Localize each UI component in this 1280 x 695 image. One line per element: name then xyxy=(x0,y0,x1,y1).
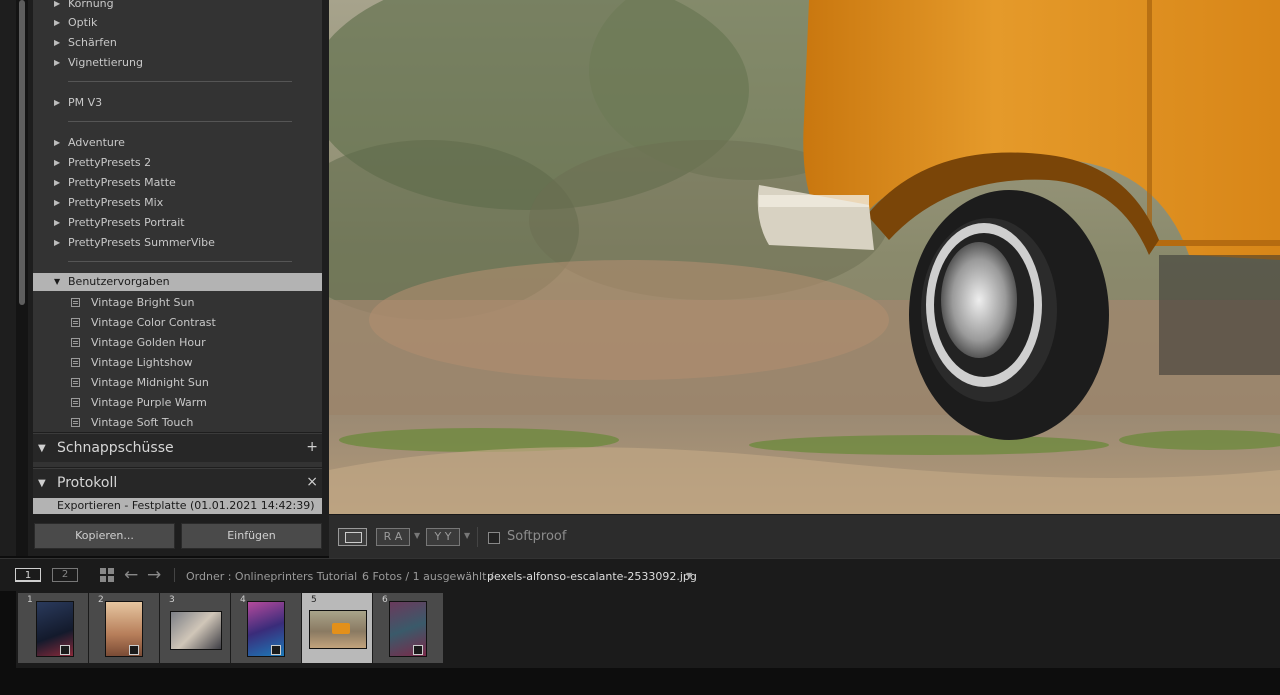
preset-vintage-soft-touch[interactable]: Vintage Soft Touch xyxy=(33,413,322,433)
paste-settings-button[interactable]: Einfügen xyxy=(181,523,322,549)
divider xyxy=(68,121,292,122)
filmstrip-thumb-4[interactable]: 4 xyxy=(231,593,301,663)
triangle-right-icon: ▶ xyxy=(54,38,61,47)
grid-view-icon[interactable] xyxy=(100,568,114,582)
thumbnail-image xyxy=(170,611,222,650)
triangle-right-icon: ▶ xyxy=(54,198,61,207)
preset-vintage-color-contrast[interactable]: Vintage Color Contrast xyxy=(33,313,322,333)
softproof-checkbox[interactable] xyxy=(488,532,500,544)
edited-badge-icon xyxy=(129,645,139,655)
loupe-view-button[interactable] xyxy=(338,528,367,546)
history-panel-header[interactable]: ▼ Protokoll × xyxy=(33,468,322,499)
filmstrip-thumb-2[interactable]: 2 xyxy=(89,593,159,663)
filmstrip-thumb-5-selected[interactable]: 5 xyxy=(302,593,372,663)
divider xyxy=(174,568,175,582)
preset-folder-benutzervorgaben[interactable]: ▼ Benutzervorgaben xyxy=(33,273,322,291)
preset-folder-vignettierung[interactable]: ▶ Vignettierung xyxy=(33,53,322,73)
filmstrip-thumb-1[interactable]: 1 xyxy=(18,593,88,663)
filmstrip-header: 1 2 ← → Ordner : Onlineprinters Tutorial… xyxy=(0,558,1280,591)
triangle-right-icon: ▶ xyxy=(54,158,61,167)
divider xyxy=(68,261,292,262)
triangle-right-icon: ▶ xyxy=(54,98,61,107)
preset-icon xyxy=(71,418,80,427)
add-snapshot-icon[interactable]: + xyxy=(306,439,318,455)
preset-vintage-bright-sun[interactable]: Vintage Bright Sun xyxy=(33,293,322,313)
divider xyxy=(477,527,478,547)
snapshots-panel-body xyxy=(33,462,322,467)
filmstrip: 1 2 3 4 5 6 xyxy=(16,590,1280,668)
chevron-down-icon[interactable]: ▼ xyxy=(686,571,692,580)
triangle-right-icon: ▶ xyxy=(54,218,61,227)
triangle-right-icon: ▶ xyxy=(54,238,61,247)
preset-icon xyxy=(71,338,80,347)
photo-van-image xyxy=(329,0,1280,514)
triangle-right-icon: ▶ xyxy=(54,178,61,187)
primary-window-button[interactable]: 1 xyxy=(15,568,41,582)
main-image-view[interactable] xyxy=(329,0,1280,514)
triangle-right-icon: ▶ xyxy=(54,58,61,67)
preset-folder-koernung[interactable]: ▶ Körnung xyxy=(33,0,322,14)
copy-settings-button[interactable]: Kopieren... xyxy=(34,523,175,549)
triangle-right-icon: ▶ xyxy=(54,138,61,147)
history-entry[interactable]: Exportieren - Festplatte (01.01.2021 14:… xyxy=(33,498,322,514)
presets-panel: ▶ Körnung ▶ Optik ▶ Schärfen ▶ Vignettierung… xyxy=(33,0,322,432)
preset-icon xyxy=(71,358,80,367)
before-after-yy-button[interactable]: Y Y xyxy=(426,528,460,546)
chevron-down-icon[interactable]: ▼ xyxy=(464,531,470,540)
left-panel-scrollbar-thumb[interactable] xyxy=(19,0,25,305)
preset-vintage-purple-warm[interactable]: Vintage Purple Warm xyxy=(33,393,322,413)
triangle-right-icon: ▶ xyxy=(54,18,61,27)
preset-folder-schaerfen[interactable]: ▶ Schärfen xyxy=(33,33,322,53)
preset-folder-prettypresets-2[interactable]: ▶ PrettyPresets 2 xyxy=(33,153,322,173)
arrow-left-icon[interactable]: ← xyxy=(124,565,138,585)
edited-badge-icon xyxy=(413,645,423,655)
thumbnail-van-detail xyxy=(332,623,350,634)
preset-folder-optik[interactable]: ▶ Optik xyxy=(33,13,322,33)
clear-history-icon[interactable]: × xyxy=(306,474,318,490)
preset-vintage-lightshow[interactable]: Vintage Lightshow xyxy=(33,353,322,373)
thumbnail-image xyxy=(309,610,367,649)
preset-vintage-midnight-sun[interactable]: Vintage Midnight Sun xyxy=(33,373,322,393)
preset-folder-prettypresets-portrait[interactable]: ▶ PrettyPresets Portrait xyxy=(33,213,322,233)
preset-icon xyxy=(71,398,80,407)
triangle-right-icon: ▶ xyxy=(54,0,61,8)
arrow-right-icon[interactable]: → xyxy=(147,565,161,585)
preset-folder-prettypresets-matte[interactable]: ▶ PrettyPresets Matte xyxy=(33,173,322,193)
filmstrip-thumb-3[interactable]: 3 xyxy=(160,593,230,663)
divider xyxy=(68,81,292,82)
triangle-down-icon: ▼ xyxy=(54,277,61,286)
preset-folder-prettypresets-mix[interactable]: ▶ PrettyPresets Mix xyxy=(33,193,322,213)
secondary-window-button[interactable]: 2 xyxy=(52,568,78,582)
photo-count-label: 6 Fotos / 1 ausgewählt / xyxy=(362,570,494,583)
preset-icon xyxy=(71,298,80,307)
preset-icon xyxy=(71,318,80,327)
snapshots-panel-header[interactable]: ▼ Schnappschüsse + xyxy=(33,433,322,464)
preset-folder-pm-v3[interactable]: ▶ PM V3 xyxy=(33,93,322,113)
softproof-label: Softproof xyxy=(507,529,567,544)
preset-folder-adventure[interactable]: ▶ Adventure xyxy=(33,133,322,153)
chevron-down-icon[interactable]: ▼ xyxy=(414,531,420,540)
triangle-down-icon: ▼ xyxy=(38,443,46,454)
filmstrip-thumb-6[interactable]: 6 xyxy=(373,593,443,663)
edited-badge-icon xyxy=(271,645,281,655)
before-after-ra-button[interactable]: R A xyxy=(376,528,410,546)
loupe-icon xyxy=(345,532,362,543)
folder-source-label[interactable]: Ordner : Onlineprinters Tutorial xyxy=(186,570,357,583)
preset-icon xyxy=(71,378,80,387)
preset-folder-prettypresets-summervibe[interactable]: ▶ PrettyPresets SummerVibe xyxy=(33,233,322,253)
filename-label[interactable]: pexels-alfonso-escalante-2533092.jpg xyxy=(487,570,697,583)
copy-paste-bar: Kopieren... Einfügen xyxy=(33,521,322,551)
preset-vintage-golden-hour[interactable]: Vintage Golden Hour xyxy=(33,333,322,353)
image-toolbar: R A ▼ Y Y ▼ Softproof xyxy=(329,514,1280,559)
triangle-down-icon: ▼ xyxy=(38,478,46,489)
stack-badge-icon xyxy=(60,645,70,655)
